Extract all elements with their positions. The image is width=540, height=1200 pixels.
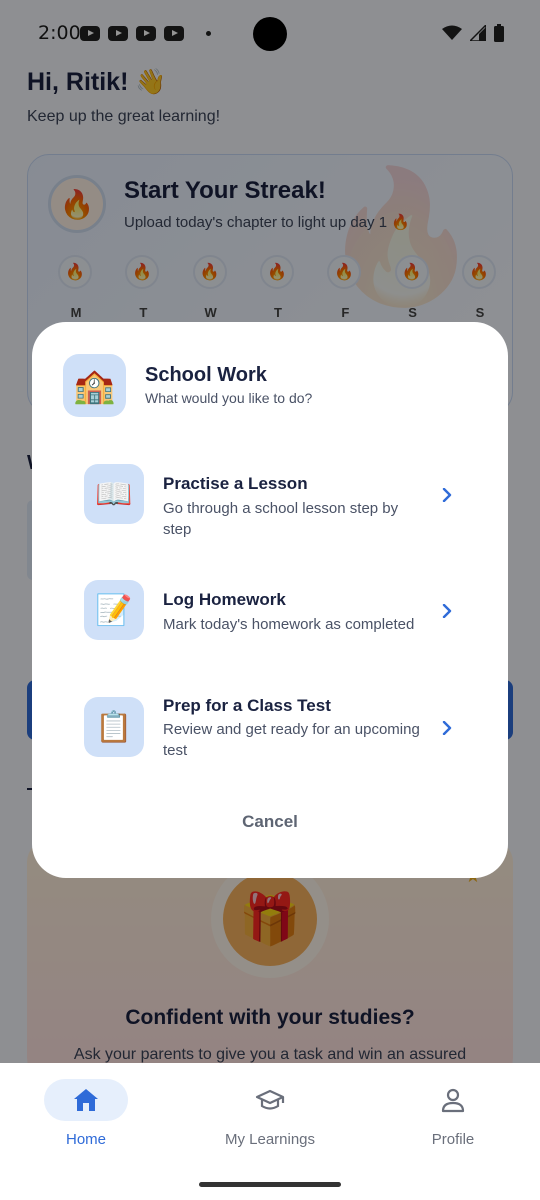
dialog-title: School Work: [145, 364, 267, 386]
option-log-homework[interactable]: 📝 Log Homework Mark today's homework as …: [62, 566, 478, 654]
person-icon: [441, 1088, 465, 1113]
home-icon: [74, 1089, 98, 1111]
nav-my-learnings-label: My Learnings: [224, 1131, 316, 1148]
school-icon: 🏫: [63, 354, 126, 417]
nav-home-label: Home: [65, 1131, 106, 1148]
option-description: Review and get ready for an upcoming tes…: [163, 721, 420, 759]
option-title: Log Homework: [163, 590, 286, 609]
option-prep-class-test[interactable]: 📋 Prep for a Class Test Review and get r…: [62, 682, 478, 774]
school-work-dialog: 🏫 School Work What would you like to do?…: [32, 322, 508, 878]
option-description: Mark today's homework as completed: [163, 616, 415, 633]
bottom-navigation: Home My Learnings Profile: [0, 1063, 540, 1200]
memo-icon: 📝: [84, 580, 144, 640]
dialog-subtitle: What would you like to do?: [145, 390, 313, 406]
gesture-bar[interactable]: [199, 1182, 341, 1187]
nav-my-learnings-pill: [228, 1079, 312, 1121]
chevron-right-icon: [442, 488, 452, 502]
book-icon: 📖: [84, 464, 144, 524]
option-description: Go through a school lesson step by step: [163, 500, 399, 538]
clipboard-icon: 📋: [84, 697, 144, 757]
nav-profile-label: Profile: [431, 1131, 475, 1148]
option-practise-lesson[interactable]: 📖 Practise a Lesson Go through a school …: [62, 450, 478, 538]
cancel-button[interactable]: Cancel: [32, 812, 508, 832]
graduation-cap-icon: [255, 1089, 285, 1110]
chevron-right-icon: [442, 721, 452, 735]
nav-profile[interactable]: Profile: [378, 1079, 528, 1148]
option-title: Prep for a Class Test: [163, 696, 331, 715]
option-title: Practise a Lesson: [163, 474, 308, 493]
nav-profile-pill: [411, 1079, 495, 1121]
chevron-right-icon: [442, 604, 452, 618]
nav-home[interactable]: Home: [11, 1079, 161, 1148]
nav-home-pill: [44, 1079, 128, 1121]
nav-my-learnings[interactable]: My Learnings: [195, 1079, 345, 1148]
